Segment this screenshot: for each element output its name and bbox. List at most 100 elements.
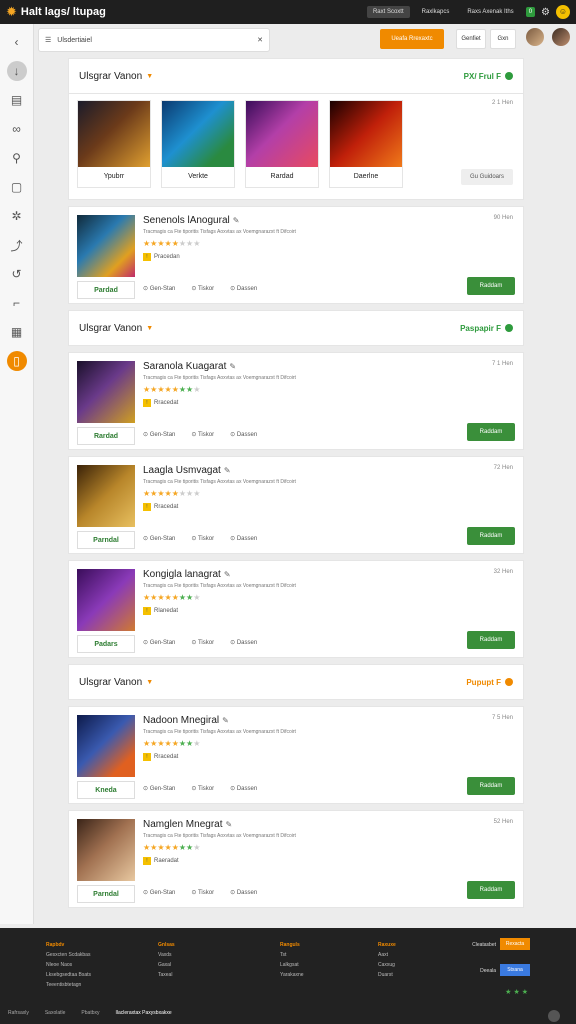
footer-link[interactable]: Taxeal [158,970,175,980]
top-nav-item-1[interactable]: Raxlkapcs [416,6,456,18]
settings-gear-icon[interactable]: ⚙ [541,7,550,18]
card-action-button[interactable]: Raddam [467,777,515,795]
search-icon[interactable]: ⚲ [7,148,27,168]
footer-link[interactable]: Caxxug [378,960,396,970]
game-label-button[interactable]: Rardad [77,427,135,445]
user-avatar-2[interactable] [552,28,570,46]
menu-icon[interactable]: ☰ [45,36,51,44]
primary-action-button[interactable]: Ueafa Rrexaxtc [380,29,444,49]
more-button[interactable]: Gu Guidoars [461,169,513,185]
game-thumbnail[interactable] [77,819,135,881]
footer-link[interactable]: Duarst [378,970,396,980]
secondary-button-a[interactable]: Genfiet [456,29,486,49]
footer-meta-2[interactable]: ⊙ Tiskor [191,285,214,292]
share-icon[interactable]: ⤴ [7,235,27,255]
game-thumbnail[interactable] [77,465,135,527]
edit-icon[interactable]: ✎ [222,716,229,725]
game-thumbnail[interactable] [77,569,135,631]
top-nav-item-0[interactable]: Raxt Scoxtt [366,6,410,18]
caret-down-icon[interactable]: ▼ [146,679,153,686]
footer-bottom-link[interactable]: Pbatbxy [81,1010,99,1016]
game-card[interactable]: Rardad Saranola Kuagarat ✎ Tracmagis ca F… [68,352,524,450]
featured-item[interactable]: Ypubrr [77,100,151,188]
cta-button-2[interactable]: Stxana [500,964,530,976]
user-avatar-1[interactable] [526,28,544,46]
book-icon[interactable]: ▤ [7,90,27,110]
download-icon[interactable]: ↓ [6,61,27,81]
game-thumbnail[interactable] [77,715,135,777]
footer-meta-3[interactable]: ⊙ Dassen [230,639,257,646]
game-card[interactable]: Kneda Nadoon Mnegiral ✎ Tracmagis ca Fte … [68,706,524,804]
gallery-icon[interactable]: ▦ [7,322,27,342]
footer-link[interactable]: Tst [280,950,304,960]
clear-icon[interactable]: ✕ [257,36,263,44]
footer-link[interactable]: Gesxcten Scdakbas [46,950,91,960]
footer-link[interactable]: Nleoe Naos [46,960,91,970]
game-label-button[interactable]: Parndal [77,885,135,903]
footer-meta-1[interactable]: ⊙ Gen-Stan [143,889,175,896]
search-input[interactable]: Ulsdertiaiel [57,37,251,44]
tablet-icon[interactable]: ▯ [6,351,27,371]
footer-link[interactable]: Lalkgsat [280,960,304,970]
footer-meta-3[interactable]: ⊙ Dassen [230,285,257,292]
card-action-button[interactable]: Raddam [467,277,515,295]
footer-bottom-link[interactable]: Rafrsaxly [8,1010,29,1016]
card-action-button[interactable]: Raddam [467,631,515,649]
secondary-button-b[interactable]: Gxn [490,29,516,49]
link-icon[interactable]: ∞ [7,119,27,139]
user-avatar-icon[interactable]: ☺ [556,5,570,19]
edit-icon[interactable]: ✎ [224,570,231,579]
footer-meta-2[interactable]: ⊙ Tiskor [191,785,214,792]
history-icon[interactable]: ↺ [7,264,27,284]
edit-icon[interactable]: ✎ [229,362,236,371]
footer-meta-3[interactable]: ⊙ Dassen [230,535,257,542]
cta-button-1[interactable]: Rexacta [500,938,530,950]
back-arrow-icon[interactable]: ‹ [7,32,27,52]
top-nav-item-2[interactable]: Raxs Axenak Iths [461,6,519,18]
social-icons[interactable]: ★★★ [505,988,530,996]
footer-meta-1[interactable]: ⊙ Gen-Stan [143,285,175,292]
card-action-button[interactable]: Raddam [467,423,515,441]
game-thumbnail[interactable] [77,215,135,277]
section-header[interactable]: Ulsgrar Vanon ▼ PX/ Frul F [68,58,524,94]
game-card[interactable]: Pardad Senenols lAnogural ✎ Tracmagis ca … [68,206,524,304]
footer-bottom-link[interactable]: Saxolatle [45,1010,66,1016]
game-card[interactable]: Padars Kongigla lanagrat ✎ Tracmagis ca F… [68,560,524,658]
game-label-button[interactable]: Pardad [77,281,135,299]
game-label-button[interactable]: Parndal [77,531,135,549]
game-thumbnail[interactable] [77,361,135,423]
caret-down-icon[interactable]: ▼ [146,73,153,80]
footer-meta-3[interactable]: ⊙ Dassen [230,889,257,896]
footer-meta-1[interactable]: ⊙ Gen-Stan [143,785,175,792]
featured-item[interactable]: Verkte [161,100,235,188]
footer-meta-1[interactable]: ⊙ Gen-Stan [143,639,175,646]
corner-icon[interactable]: ⌐ [7,293,27,313]
featured-item[interactable]: Rardad [245,100,319,188]
notification-badge[interactable]: 0 [525,7,536,17]
edit-icon[interactable]: ✎ [225,820,232,829]
footer-settings-icon[interactable] [548,1010,560,1022]
footer-meta-1[interactable]: ⊙ Gen-Stan [143,535,175,542]
footer-meta-2[interactable]: ⊙ Tiskor [191,431,214,438]
game-label-button[interactable]: Kneda [77,781,135,799]
search-bar[interactable]: ☰ Ulsdertiaiel ✕ [38,28,270,52]
footer-meta-2[interactable]: ⊙ Tiskor [191,889,214,896]
featured-item[interactable]: Daerlne [329,100,403,188]
game-card[interactable]: Parndal Namglen Mnegrat ✎ Tracmagis ca Ft… [68,810,524,908]
section-header[interactable]: Ulsgrar Vanon ▼ Paspapir F [68,310,524,346]
section-header[interactable]: Ulsgrar Vanon ▼ Pupupt F [68,664,524,700]
game-label-button[interactable]: Padars [77,635,135,653]
caret-down-icon[interactable]: ▼ [146,325,153,332]
card-action-button[interactable]: Raddam [467,881,515,899]
app-logo[interactable]: ✹ Halt lags/ ltupag [6,4,106,20]
game-card[interactable]: Parndal Laagla Usmvagat ✎ Tracmagis ca Ft… [68,456,524,554]
page-icon[interactable]: ▢ [7,177,27,197]
footer-meta-3[interactable]: ⊙ Dassen [230,431,257,438]
footer-meta-3[interactable]: ⊙ Dassen [230,785,257,792]
footer-meta-2[interactable]: ⊙ Tiskor [191,535,214,542]
edit-icon[interactable]: ✎ [233,216,240,225]
footer-link[interactable]: Teeentisbtetagn [46,980,91,990]
card-action-button[interactable]: Raddam [467,527,515,545]
edit-icon[interactable]: ✎ [224,466,231,475]
footer-bottom-link[interactable]: Ilacleraxtax Paxysbxakxe [116,1010,172,1016]
